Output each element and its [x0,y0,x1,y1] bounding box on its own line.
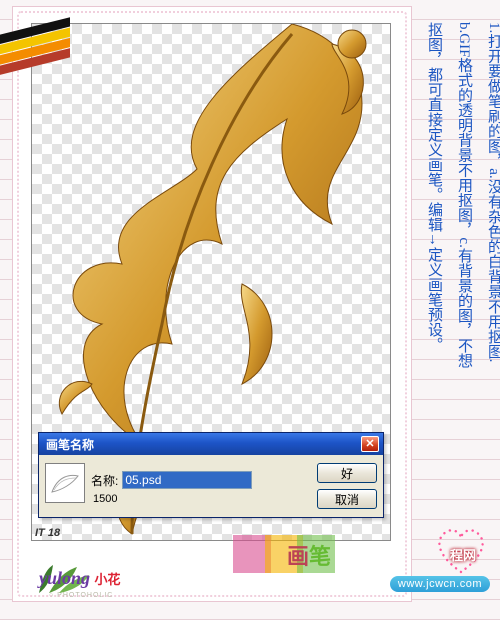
ok-button[interactable]: 好 [317,463,377,483]
signature: yulong 小花 [39,568,121,589]
pencils-decoration [0,0,70,90]
cancel-button[interactable]: 取消 [317,489,377,509]
instruction-line-2: b.GIF格式的透明背景不用抠图，c.有背景的图，不想 [452,22,476,542]
photoshop-canvas[interactable]: 画笔名称 ✕ 名称: 15 [31,23,391,541]
instruction-line-1: 抠图，都可直接定义画笔。编辑→定义画笔预设。 [422,22,446,542]
site-url-badge[interactable]: www.jcwcn.com [390,576,490,592]
dialog-titlebar[interactable]: 画笔名称 ✕ [39,433,383,455]
brush-size-value: 1500 [91,493,309,505]
dialog-body: 名称: 1500 好 取消 [39,455,383,517]
site-name: 程网 [450,545,476,564]
corner-tag: IT 18 [35,527,60,539]
dialog-title: 画笔名称 [43,436,361,453]
main-frame: 画笔名称 ✕ 名称: 15 [12,6,412,602]
instruction-line-3: 1.打开要做笔刷的图，a.没有杂色的白背景不用抠图. [482,22,500,542]
close-icon[interactable]: ✕ [361,436,379,452]
big-word: 画笔 [287,539,331,571]
brush-name-dialog: 画笔名称 ✕ 名称: 15 [38,432,384,518]
name-label: 名称: [91,472,118,489]
instruction-text: 抠图，都可直接定义画笔。编辑→定义画笔预设。 b.GIF格式的透明背景不用抠图，… [422,22,482,542]
brush-thumbnail [45,463,85,503]
brush-name-input[interactable] [122,471,252,489]
